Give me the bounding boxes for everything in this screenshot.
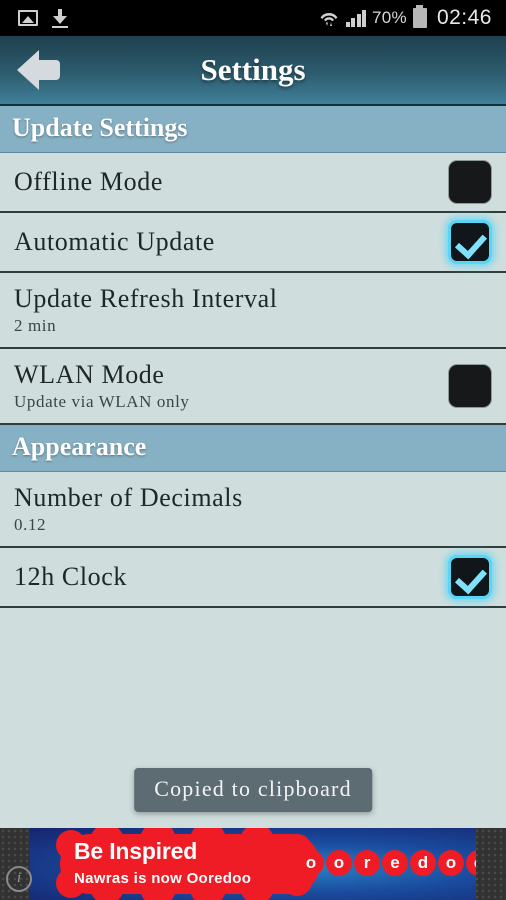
setting-row-offline-mode[interactable]: Offline Mode <box>0 153 506 213</box>
setting-row-wlan-mode[interactable]: WLAN Mode Update via WLAN only <box>0 349 506 425</box>
status-bar-right-icons: 70% 02:46 <box>318 5 499 30</box>
setting-row-update-refresh-interval[interactable]: Update Refresh Interval 2 min <box>0 273 506 349</box>
ad-logo-letter: r <box>354 850 380 876</box>
row-text-container: Automatic Update <box>14 219 438 265</box>
wlan-mode-checkbox[interactable] <box>448 364 492 408</box>
setting-row-number-of-decimals[interactable]: Number of Decimals 0.12 <box>0 472 506 548</box>
section-header-appearance: Appearance <box>0 425 506 472</box>
setting-summary: 2 min <box>14 316 57 336</box>
ooredoo-logo: o o r e d o o <box>298 850 476 876</box>
setting-title: Offline Mode <box>14 167 163 197</box>
setting-row-automatic-update[interactable]: Automatic Update <box>0 213 506 273</box>
ad-subline: Nawras is now Ooredoo <box>74 870 252 887</box>
back-button[interactable] <box>0 36 78 104</box>
action-bar: Settings <box>0 36 506 106</box>
download-icon <box>52 9 68 28</box>
row-text-container: Number of Decimals 0.12 <box>14 475 492 544</box>
ad-logo-letter: o <box>326 850 352 876</box>
automatic-update-checkbox[interactable] <box>448 220 492 264</box>
setting-title: WLAN Mode <box>14 359 165 389</box>
ad-logo-letter: e <box>382 850 408 876</box>
wifi-icon <box>318 8 340 28</box>
settings-list: Update Settings Offline Mode Automatic U… <box>0 106 506 608</box>
row-text-container: Update Refresh Interval 2 min <box>14 276 492 345</box>
setting-summary: Update via WLAN only <box>14 392 190 412</box>
status-bar-clock: 02:46 <box>436 6 492 29</box>
toast-message: Copied to clipboard <box>134 768 372 812</box>
battery-icon <box>412 5 427 28</box>
info-icon[interactable]: i <box>6 866 32 892</box>
back-arrow-icon <box>17 50 61 90</box>
ad-headline: Be Inspired <box>74 838 198 864</box>
phone-screen: 70% 02:46 Settings Update Settings Offli… <box>0 0 506 900</box>
row-text-container: 12h Clock <box>14 554 438 600</box>
offline-mode-checkbox[interactable] <box>448 160 492 204</box>
setting-title: Update Refresh Interval <box>14 283 278 313</box>
ad-content[interactable]: Be Inspired Nawras is now Ooredoo o o r … <box>30 828 476 900</box>
setting-title: Automatic Update <box>14 227 215 257</box>
ad-logo-letter: o <box>438 850 464 876</box>
row-text-container: Offline Mode <box>14 159 438 205</box>
signal-bars-icon <box>345 9 366 27</box>
ad-logo-letter: o <box>466 850 476 876</box>
twelve-hour-clock-checkbox[interactable] <box>448 555 492 599</box>
ad-logo-letter: d <box>410 850 436 876</box>
setting-title: Number of Decimals <box>14 482 243 512</box>
ad-logo-letter: o <box>298 850 324 876</box>
setting-summary: 0.12 <box>14 515 47 535</box>
setting-title: 12h Clock <box>14 562 128 592</box>
section-header-update-settings: Update Settings <box>0 106 506 153</box>
setting-row-12h-clock[interactable]: 12h Clock <box>0 548 506 608</box>
ad-banner[interactable]: Be Inspired Nawras is now Ooredoo o o r … <box>0 828 506 900</box>
image-icon <box>18 10 38 26</box>
battery-percent-label: 70% <box>372 8 407 27</box>
row-text-container: WLAN Mode Update via WLAN only <box>14 352 438 421</box>
status-bar-left-icons <box>18 9 68 28</box>
status-bar: 70% 02:46 <box>0 0 506 36</box>
